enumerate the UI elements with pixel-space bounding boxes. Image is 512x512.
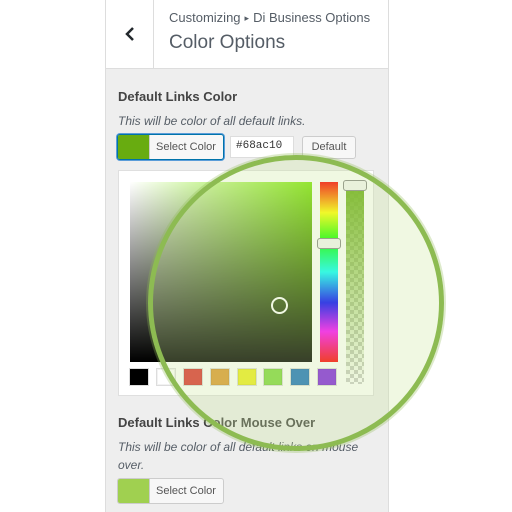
links-select-color-button[interactable]: Select Color [117, 134, 224, 160]
panel-header: Customizing ▸ Di Business Options Color Op… [105, 0, 389, 69]
links-hover-select-color-label: Select Color [156, 485, 216, 497]
palette-swatch[interactable] [129, 368, 149, 386]
links-hover-color-description: This will be color of all default links … [118, 438, 358, 474]
breadcrumb: Customizing ▸ Di Business Options [169, 10, 370, 25]
palette-swatch[interactable] [155, 368, 176, 386]
links-hover-color-title: Default Links Color Mouse Over [118, 415, 316, 430]
left-backdrop [0, 0, 105, 512]
links-select-color-label: Select Color [156, 141, 216, 153]
palette-swatch[interactable] [236, 368, 257, 386]
back-button[interactable] [106, 0, 154, 68]
links-hover-description-line1: This will be color of all default links … [118, 440, 359, 454]
hex-color-input[interactable]: #68ac10 [230, 136, 294, 158]
default-button[interactable]: Default [302, 136, 356, 159]
breadcrumb-root: Customizing [169, 10, 241, 25]
links-color-title: Default Links Color [118, 89, 238, 104]
right-backdrop [389, 0, 512, 512]
page-title: Color Options [169, 32, 286, 53]
links-color-swatch [118, 135, 150, 159]
links-hover-select-color-button[interactable]: Select Color [117, 478, 224, 504]
color-picker [118, 170, 374, 396]
palette-swatch[interactable] [182, 368, 203, 386]
breadcrumb-separator-icon: ▸ [244, 13, 250, 23]
hue-slider[interactable] [317, 182, 341, 362]
palette-swatch[interactable] [317, 368, 338, 386]
opacity-slider-handle[interactable] [343, 180, 367, 191]
saturation-handle[interactable] [271, 297, 288, 314]
palette-swatch[interactable] [209, 368, 230, 386]
saturation-square[interactable] [130, 182, 312, 362]
links-hover-description-line2: over. [118, 458, 145, 472]
breadcrumb-section: Di Business Options [253, 10, 371, 25]
links-hover-color-swatch [118, 479, 150, 503]
hue-slider-handle[interactable] [317, 238, 341, 249]
palette-swatches [129, 368, 344, 386]
palette-swatch[interactable] [263, 368, 284, 386]
opacity-slider[interactable] [343, 180, 367, 384]
chevron-left-icon [124, 27, 134, 41]
links-color-description: This will be color of all default links. [118, 114, 306, 128]
palette-swatch[interactable] [290, 368, 311, 386]
